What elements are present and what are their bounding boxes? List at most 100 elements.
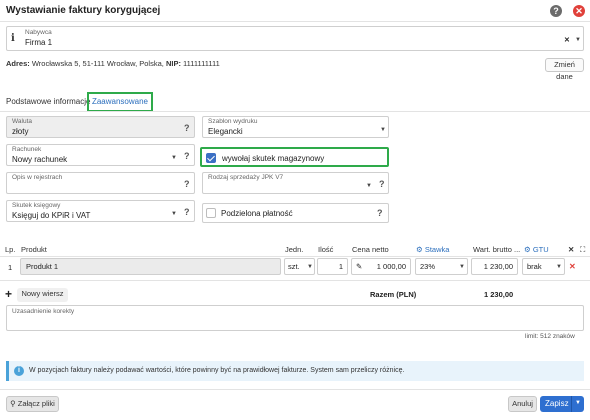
buyer-label: Nabywca (25, 29, 52, 36)
col-gtu-label: GTU (532, 245, 549, 254)
justification-label: Uzasadnienie korekty (12, 308, 75, 315)
qty-value: 1 (338, 262, 343, 271)
warehouse-effect-field[interactable]: wywołaj skutek magazynowy (200, 147, 389, 167)
chevron-down-icon: ▼ (171, 155, 177, 161)
row-lp: 1 (8, 263, 13, 272)
currency-field: Waluta złoty ? (6, 116, 195, 138)
attach-files-button[interactable]: ⚲ Załącz pliki (6, 396, 59, 412)
accounting-select[interactable]: Skutek księgowy Księguj do KPiR i VAT ▼ … (6, 200, 195, 222)
cancel-button[interactable]: Anuluj (508, 396, 537, 412)
dialog-title: Wystawianie faktury korygującej (6, 5, 161, 16)
unit-select[interactable]: szt. ▼ (284, 258, 315, 275)
col-gross-value: Wart. brutto ... (473, 245, 521, 254)
rate-select[interactable]: 23% ▼ (415, 258, 468, 275)
address-prefix: Adres: (6, 59, 30, 68)
tab-advanced[interactable]: Zaawansowane (87, 92, 153, 112)
plus-icon[interactable]: + (5, 287, 12, 301)
header-divider (0, 256, 590, 257)
chevron-down-icon: ▼ (171, 211, 177, 217)
chevron-down-icon[interactable]: ▼ (575, 37, 581, 43)
nip-label: NIP: (163, 59, 181, 68)
tab-basic-info[interactable]: Podstawowe informacje (6, 97, 90, 106)
buyer-address: Adres: Wrocławska 5, 51-111 Wrocław, Pol… (6, 59, 220, 68)
total-value: 1 230,00 (484, 290, 514, 299)
chevron-down-icon: ▼ (556, 264, 562, 270)
account-label: Rachunek (12, 146, 42, 153)
split-payment-label: Podzielona płatność (221, 209, 293, 218)
col-net-price: Cena netto (352, 245, 389, 254)
jpk-help-icon[interactable]: ? (379, 179, 385, 189)
buyer-select[interactable]: i Nabywca Firma 1 ✕ ▼ (6, 26, 584, 51)
register-desc-field[interactable]: Opis w rejestrach ? (6, 172, 195, 194)
delete-row-icon[interactable]: ✕ (569, 262, 576, 271)
rate-value: 23% (420, 262, 436, 271)
product-value: Produkt 1 (26, 262, 59, 271)
save-label: Zapisz (545, 399, 569, 408)
info-icon: i (11, 33, 15, 44)
col-gtu[interactable]: ⚙ GTU (524, 245, 549, 254)
net-price-input[interactable]: ✎ 1 000,00 (351, 258, 411, 275)
warehouse-effect-checkbox[interactable] (206, 153, 216, 163)
split-help-icon[interactable]: ? (377, 208, 383, 218)
gtu-select[interactable]: brak ▼ (522, 258, 565, 275)
col-rate-label: Stawka (424, 245, 450, 254)
col-qty: Ilość (318, 245, 334, 254)
pencil-icon[interactable]: ✎ (356, 262, 362, 271)
save-divider (571, 396, 572, 412)
accounting-label: Skutek księgowy (12, 202, 61, 209)
row-divider (0, 280, 590, 281)
attach-label: Załącz pliki (17, 399, 55, 408)
split-payment-field[interactable]: Podzielona płatność ? (202, 203, 389, 223)
account-help-icon[interactable]: ? (184, 151, 190, 161)
chevron-down-icon: ▼ (380, 127, 386, 133)
jpk-label: Rodzaj sprzedaży JPK V7 (208, 174, 284, 181)
col-product: Produkt (21, 245, 47, 254)
buyer-clear-icon[interactable]: ✕ (564, 36, 570, 44)
address-text: Wrocławska 5, 51-111 Wrocław, Polska, (29, 59, 164, 68)
save-button[interactable]: Zapisz ▼ (540, 396, 584, 412)
gross-value: 1 230,00 (483, 262, 513, 271)
paperclip-icon: ⚲ (10, 399, 16, 408)
nip-value: 1111111111 (180, 59, 220, 68)
tabs-divider (0, 111, 590, 112)
char-limit: limit: 512 znaków (525, 333, 575, 340)
warehouse-effect-label: wywołaj skutek magazynowy (222, 154, 325, 163)
chevron-down-icon: ▼ (307, 264, 313, 270)
info-text: W pozycjach faktury należy podawać warto… (29, 367, 405, 374)
footer-divider (0, 389, 590, 390)
accounting-help-icon[interactable]: ? (184, 207, 190, 217)
accounting-value: Księguj do KPiR i VAT (12, 211, 91, 220)
qty-input[interactable]: 1 (317, 258, 348, 275)
col-rate[interactable]: ⚙ Stawka (416, 245, 449, 254)
product-input[interactable]: Produkt 1 (20, 258, 281, 275)
help-icon[interactable]: ? (550, 5, 562, 17)
template-value: Elegancki (208, 127, 243, 136)
unit-value: szt. (288, 262, 300, 271)
currency-help-icon[interactable]: ? (184, 123, 190, 133)
chevron-down-icon: ▼ (366, 183, 372, 189)
gtu-value: brak (527, 262, 542, 271)
save-dropdown-icon[interactable]: ▼ (575, 400, 581, 406)
col-lp: Lp. (5, 245, 16, 254)
account-value: Nowy rachunek (12, 155, 68, 164)
justification-field[interactable]: Uzasadnienie korekty (6, 305, 584, 331)
jpk-select[interactable]: Rodzaj sprzedaży JPK V7 ▼ ? (202, 172, 389, 194)
split-payment-checkbox[interactable] (206, 208, 216, 218)
expand-icon[interactable]: ⛶ (580, 245, 585, 255)
register-desc-label: Opis w rejestrach (12, 174, 63, 181)
col-unit: Jedn. (285, 245, 304, 254)
new-row-button[interactable]: Nowy wiersz (17, 288, 68, 302)
net-price-value: 1 000,00 (376, 262, 406, 271)
close-columns-icon[interactable]: ✕ (568, 245, 574, 254)
currency-value: złoty (12, 127, 29, 136)
info-banner: i W pozycjach faktury należy podawać war… (6, 361, 584, 381)
close-icon[interactable]: ✕ (573, 5, 585, 17)
currency-label: Waluta (12, 118, 32, 125)
register-desc-help-icon[interactable]: ? (184, 179, 190, 189)
change-data-button[interactable]: Zmień dane (545, 58, 584, 81)
template-select[interactable]: Szablon wydruku Elegancki ▼ (202, 116, 389, 138)
gross-value-input[interactable]: 1 230,00 (471, 258, 518, 275)
buyer-value: Firma 1 (25, 38, 53, 47)
account-select[interactable]: Rachunek Nowy rachunek ▼ ? (6, 144, 195, 166)
chevron-down-icon: ▼ (459, 264, 465, 270)
